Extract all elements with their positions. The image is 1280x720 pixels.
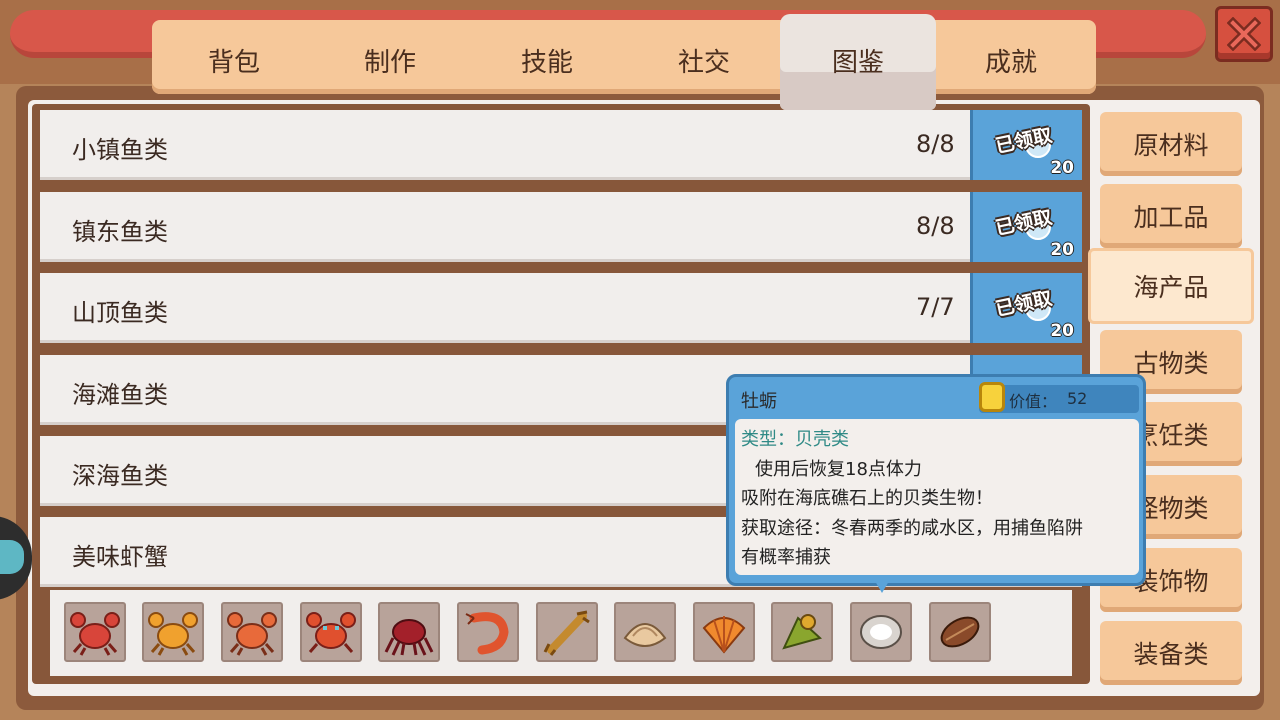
- item-slot[interactable]: [850, 602, 912, 662]
- item-slot[interactable]: [378, 602, 440, 662]
- category-raw-materials[interactable]: 原材料: [1100, 112, 1242, 176]
- red-crab-icon: [70, 612, 120, 656]
- mussel-icon: [940, 616, 980, 648]
- category-label: 加工品: [1133, 203, 1209, 232]
- item-grid: [50, 590, 1072, 676]
- tooltip-type: 类型：贝壳类: [741, 429, 849, 450]
- close-icon: [1227, 17, 1261, 51]
- item-slot[interactable]: [142, 602, 204, 662]
- reward-amount: 20: [1050, 158, 1074, 178]
- tab-label: 成就: [984, 48, 1037, 78]
- tab-crafting[interactable]: 制作: [312, 20, 468, 94]
- tooltip-effect: 使用后恢复18点体力: [755, 458, 922, 480]
- list-item[interactable]: 小镇鱼类 8/8 已领取 20: [40, 110, 1082, 180]
- category-label: 原材料: [1133, 131, 1209, 160]
- reward-button[interactable]: 已领取 20: [970, 273, 1082, 343]
- mascot-icon: [0, 540, 24, 574]
- item-slot[interactable]: [536, 602, 598, 662]
- reward-button[interactable]: 已领取 20: [970, 110, 1082, 180]
- tooltip-item-name: 牡蛎: [741, 391, 777, 412]
- tooltip-value-label: 价值：: [1009, 392, 1058, 411]
- category-label: 古物类: [1133, 349, 1209, 378]
- green-snail-icon: [782, 614, 823, 650]
- tab-label: 社交: [677, 48, 730, 78]
- reward-amount: 20: [1050, 240, 1074, 260]
- shrimp-icon: [465, 612, 509, 655]
- item-slot[interactable]: [457, 602, 519, 662]
- category-label: 装备类: [1133, 640, 1209, 669]
- category-processed[interactable]: 加工品: [1100, 184, 1242, 248]
- item-slot[interactable]: [693, 602, 755, 662]
- item-slot[interactable]: [929, 602, 991, 662]
- coin-icon: [979, 382, 1005, 412]
- oyster-icon: [860, 615, 902, 649]
- tab-social[interactable]: 社交: [626, 20, 782, 94]
- item-slot[interactable]: [771, 602, 833, 662]
- scallop-icon: [702, 616, 746, 654]
- collection-name: 深海鱼类: [72, 462, 168, 490]
- category-seafood[interactable]: 海产品: [1088, 248, 1254, 324]
- tooltip-value-number: 52: [1067, 389, 1088, 408]
- orange-crab-icon: [148, 612, 198, 656]
- collection-count: 8/8: [916, 130, 955, 158]
- collection-name: 镇东鱼类: [72, 218, 168, 246]
- tooltip-value: 价值： 52: [979, 382, 1139, 413]
- collection-count: 8/8: [916, 212, 955, 240]
- clam-icon: [623, 623, 667, 647]
- tab-backpack[interactable]: 背包: [156, 20, 312, 94]
- collection-count: 7/7: [916, 293, 955, 321]
- list-item[interactable]: 山顶鱼类 7/7 已领取 20: [40, 273, 1082, 343]
- tab-collection[interactable]: 图鉴: [780, 14, 936, 110]
- tooltip-description: 吸附在海底礁石上的贝类生物！: [741, 488, 993, 509]
- tab-label: 制作: [363, 48, 416, 78]
- collection-name: 海滩鱼类: [72, 381, 168, 409]
- collection-name: 小镇鱼类: [72, 136, 168, 164]
- tab-label: 背包: [207, 48, 260, 78]
- item-slot[interactable]: [221, 602, 283, 662]
- tab-achievements[interactable]: 成就: [933, 20, 1089, 94]
- dark-red-crab-icon: [384, 619, 434, 656]
- tooltip-body: 类型：贝壳类 使用后恢复18点体力 吸附在海底礁石上的贝类生物！ 获取途径：冬春…: [735, 419, 1139, 575]
- orange-red-crab-icon: [227, 612, 277, 656]
- reward-amount: 20: [1050, 321, 1074, 341]
- collection-name: 山顶鱼类: [72, 299, 168, 327]
- list-item[interactable]: 镇东鱼类 8/8 已领取 20: [40, 192, 1082, 262]
- tab-label: 图鉴: [831, 48, 884, 78]
- item-slot[interactable]: [64, 602, 126, 662]
- tooltip-source-line2: 有概率捕获: [741, 547, 831, 568]
- reward-button[interactable]: 已领取 20: [970, 192, 1082, 262]
- collection-name: 美味虾蟹: [72, 543, 168, 571]
- item-slot[interactable]: [614, 602, 676, 662]
- blue-crab-icon: [306, 612, 356, 653]
- tooltip-source-line1: 获取途径：冬春两季的咸水区，用捕鱼陷阱: [741, 517, 1083, 539]
- tab-skills[interactable]: 技能: [469, 20, 625, 94]
- item-tooltip: 牡蛎 价值： 52 类型：贝壳类 使用后恢复18点体力 吸附在海底礁石上的贝类生…: [726, 374, 1146, 593]
- item-slot[interactable]: [300, 602, 362, 662]
- close-button[interactable]: [1215, 6, 1273, 62]
- category-label: 海产品: [1133, 273, 1209, 302]
- tab-label: 技能: [520, 48, 573, 78]
- lobster-icon: [543, 610, 590, 656]
- category-equipment[interactable]: 装备类: [1100, 621, 1242, 685]
